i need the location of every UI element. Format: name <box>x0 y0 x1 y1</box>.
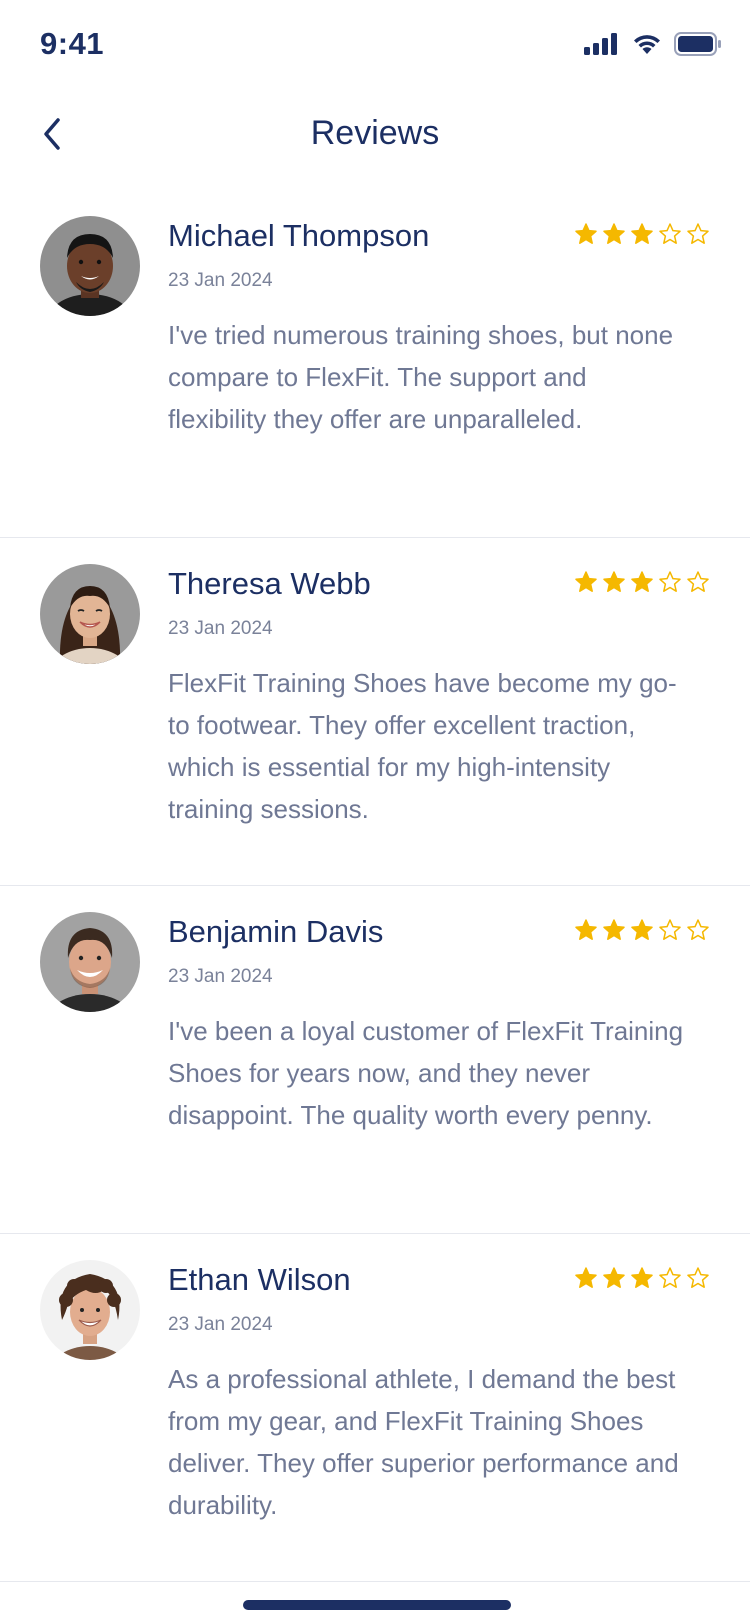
review-text: I've been a loyal customer of FlexFit Tr… <box>168 1016 684 1130</box>
star-filled-icon <box>574 570 598 599</box>
star-filled-icon <box>630 222 654 251</box>
rating-stars <box>574 570 710 599</box>
review-date: 23 Jan 2024 <box>168 618 273 639</box>
review-text: FlexFit Training Shoes have become my go… <box>168 668 677 824</box>
wifi-icon <box>632 33 662 60</box>
star-empty-icon <box>658 222 682 251</box>
avatar <box>40 912 140 1012</box>
reviewer-name: Benjamin Davis <box>168 914 384 949</box>
rating-stars <box>574 222 710 251</box>
star-filled-icon <box>602 1266 626 1295</box>
page-title: Reviews <box>310 114 440 152</box>
status-time: 9:41 <box>40 26 105 61</box>
review-date: 23 Jan 2024 <box>168 966 273 987</box>
reviewer-name: Theresa Webb <box>168 566 371 601</box>
avatar <box>40 1260 140 1360</box>
star-filled-icon <box>574 222 598 251</box>
star-empty-icon <box>686 918 710 947</box>
star-empty-icon <box>658 918 682 947</box>
review-item: Michael Thompson 23 Jan 2024 I've tried … <box>0 190 750 538</box>
reviewer-name: Michael Thompson <box>168 218 430 253</box>
avatar <box>40 564 140 664</box>
star-filled-icon <box>630 1266 654 1295</box>
star-filled-icon <box>602 570 626 599</box>
review-item: Ethan Wilson 23 Jan 2024 As a profession… <box>0 1234 750 1582</box>
rating-stars <box>574 1266 710 1295</box>
star-empty-icon <box>658 570 682 599</box>
rating-stars <box>574 918 710 947</box>
review-item: Benjamin Davis 23 Jan 2024 I've been a l… <box>0 886 750 1234</box>
star-filled-icon <box>630 570 654 599</box>
status-bar: 9:41 <box>0 0 750 92</box>
reviews-list: Michael Thompson 23 Jan 2024 I've tried … <box>0 190 750 1582</box>
review-date: 23 Jan 2024 <box>168 270 273 291</box>
star-empty-icon <box>686 222 710 251</box>
star-filled-icon <box>630 918 654 947</box>
status-icons <box>584 32 722 61</box>
avatar <box>40 216 140 316</box>
home-indicator[interactable] <box>243 1600 511 1610</box>
review-text: I've tried numerous training shoes, but … <box>168 320 674 434</box>
star-filled-icon <box>602 222 626 251</box>
review-item: Theresa Webb 23 Jan 2024 FlexFit Trainin… <box>0 538 750 886</box>
reviewer-name: Ethan Wilson <box>168 1262 351 1297</box>
battery-icon <box>674 32 722 61</box>
review-date: 23 Jan 2024 <box>168 1314 273 1335</box>
star-filled-icon <box>602 918 626 947</box>
star-filled-icon <box>574 918 598 947</box>
star-empty-icon <box>658 1266 682 1295</box>
star-empty-icon <box>686 1266 710 1295</box>
navigation-bar: Reviews <box>0 92 750 182</box>
review-text: As a professional athlete, I demand the … <box>168 1364 679 1520</box>
star-empty-icon <box>686 570 710 599</box>
signal-icon <box>584 33 620 60</box>
star-filled-icon <box>574 1266 598 1295</box>
